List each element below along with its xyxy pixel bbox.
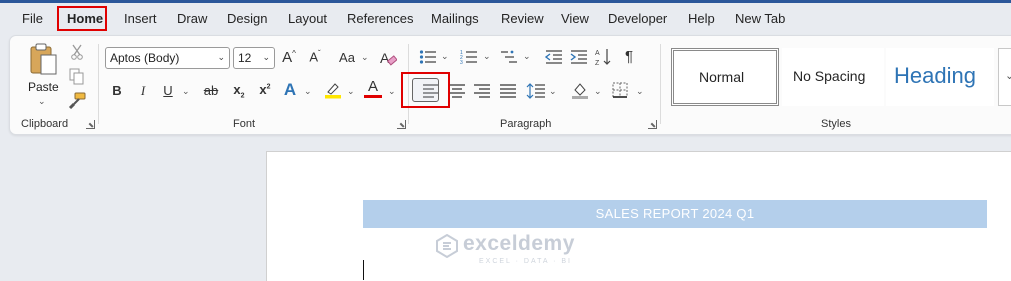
superscript-button[interactable]: x2 xyxy=(256,82,274,97)
shading-icon[interactable] xyxy=(571,81,589,99)
chevron-down-icon[interactable]: ⌄ xyxy=(483,51,491,62)
ribbon-tab-bar: File Home Insert Draw Design Layout Refe… xyxy=(0,3,1011,33)
chevron-down-icon[interactable]: ⌄ xyxy=(523,51,531,62)
underline-button[interactable]: U xyxy=(159,83,177,98)
clear-formatting-icon[interactable]: A xyxy=(379,49,397,67)
chevron-down-icon[interactable]: ⌄ xyxy=(304,86,312,97)
paste-dropdown-icon[interactable]: ⌄ xyxy=(38,96,46,107)
paragraph-group-label: Paragraph xyxy=(500,118,552,130)
paste-icon[interactable] xyxy=(28,42,58,76)
chevron-down-icon[interactable]: ⌄ xyxy=(594,86,602,97)
group-divider xyxy=(98,44,99,124)
style-no-spacing-label: No Spacing xyxy=(793,68,866,84)
format-painter-icon[interactable] xyxy=(68,92,86,109)
styles-group-label: Styles xyxy=(821,118,851,130)
svg-text:A: A xyxy=(380,50,390,66)
multilevel-list-icon[interactable] xyxy=(500,49,518,65)
chevron-down-icon[interactable]: ⌄ xyxy=(182,86,190,97)
tab-design[interactable]: Design xyxy=(227,11,267,26)
subscript-button[interactable]: x2 xyxy=(230,82,248,100)
copy-icon[interactable] xyxy=(69,68,85,85)
chevron-down-icon[interactable]: ⌄ xyxy=(347,86,355,97)
svg-text:A: A xyxy=(595,50,600,57)
decrease-indent-icon[interactable] xyxy=(545,49,563,65)
style-normal[interactable]: Normal xyxy=(671,48,779,106)
document-page[interactable]: SALES REPORT 2024 Q1 exceldemy EXCEL · D… xyxy=(266,151,1011,281)
bold-button[interactable]: B xyxy=(108,83,126,98)
numbering-icon[interactable]: 123 xyxy=(460,49,478,65)
increase-indent-icon[interactable] xyxy=(570,49,588,65)
chevron-down-icon: ⌄ xyxy=(262,52,270,62)
grow-font-button[interactable]: A^ xyxy=(280,49,298,66)
cut-icon[interactable] xyxy=(70,44,84,60)
tab-file[interactable]: File xyxy=(22,11,43,26)
style-heading-label: Heading xyxy=(894,63,976,88)
show-formatting-marks-button[interactable]: ¶ xyxy=(620,48,638,65)
align-left-active-state xyxy=(412,78,439,102)
tab-view[interactable]: View xyxy=(561,11,589,26)
font-dialog-launcher-icon[interactable] xyxy=(397,120,406,129)
paste-button[interactable]: Paste xyxy=(28,80,59,94)
styles-gallery-more-button[interactable]: ⌄ xyxy=(998,48,1011,106)
tab-draw[interactable]: Draw xyxy=(177,11,207,26)
tab-developer[interactable]: Developer xyxy=(608,11,667,26)
strikethrough-button[interactable]: ab xyxy=(200,83,222,98)
font-size-combo[interactable]: 12 ⌄ xyxy=(233,47,275,69)
chevron-down-icon[interactable]: ⌄ xyxy=(361,52,369,63)
tab-references[interactable]: References xyxy=(347,11,413,26)
tab-review[interactable]: Review xyxy=(501,11,544,26)
align-center-icon[interactable] xyxy=(448,83,466,99)
align-right-icon[interactable] xyxy=(473,83,491,99)
chevron-down-icon[interactable]: ⌄ xyxy=(388,86,396,97)
align-left-highlight-box xyxy=(401,72,450,108)
chevron-down-icon: ⌄ xyxy=(217,52,225,62)
italic-button[interactable]: I xyxy=(134,83,152,99)
font-size-value: 12 xyxy=(238,51,252,65)
tab-mailings[interactable]: Mailings xyxy=(431,11,479,26)
borders-icon[interactable] xyxy=(612,82,628,98)
bullets-icon[interactable] xyxy=(419,49,437,65)
shrink-font-button[interactable]: Aˇ xyxy=(306,49,324,64)
logo-icon xyxy=(436,234,458,258)
font-group-label: Font xyxy=(233,118,256,130)
style-normal-label: Normal xyxy=(699,69,745,85)
tab-layout[interactable]: Layout xyxy=(288,11,327,26)
clipboard-dialog-launcher-icon[interactable] xyxy=(86,120,95,129)
home-tab-highlight-box xyxy=(57,6,107,31)
font-name-value: Aptos (Body) xyxy=(110,51,180,65)
style-no-spacing[interactable]: No Spacing xyxy=(782,48,884,106)
chevron-down-icon[interactable]: ⌄ xyxy=(441,51,449,62)
tab-new-tab[interactable]: New Tab xyxy=(735,11,785,26)
svg-text:3: 3 xyxy=(460,60,463,65)
tab-help[interactable]: Help xyxy=(688,11,715,26)
highlighter-icon[interactable] xyxy=(324,81,342,99)
style-heading[interactable]: Heading xyxy=(886,48,994,106)
text-effects-button[interactable]: A xyxy=(281,80,299,100)
chevron-down-icon[interactable]: ⌄ xyxy=(636,86,644,97)
title-cell[interactable]: SALES REPORT 2024 Q1 xyxy=(363,200,987,228)
change-case-button[interactable]: Aa xyxy=(335,50,359,65)
line-spacing-icon[interactable] xyxy=(526,82,546,100)
document-title: SALES REPORT 2024 Q1 xyxy=(595,206,755,221)
group-divider xyxy=(660,44,661,124)
justify-icon[interactable] xyxy=(499,83,517,99)
text-cursor xyxy=(363,260,364,280)
chevron-down-icon: ⌄ xyxy=(1005,70,1011,82)
tab-insert[interactable]: Insert xyxy=(124,11,157,26)
watermark-tagline: EXCEL · DATA · BI xyxy=(479,258,572,265)
ribbon: Paste ⌄ Clipboard Aptos (Body) ⌄ 12 ⌄ A^… xyxy=(9,35,1011,135)
watermark-name: exceldemy xyxy=(463,232,575,255)
clipboard-group-label: Clipboard xyxy=(21,118,69,130)
svg-text:Z: Z xyxy=(595,60,600,67)
sort-icon[interactable]: AZ xyxy=(595,47,613,67)
paragraph-dialog-launcher-icon[interactable] xyxy=(648,120,657,129)
chevron-down-icon[interactable]: ⌄ xyxy=(549,86,557,97)
font-name-combo[interactable]: Aptos (Body) ⌄ xyxy=(105,47,230,69)
font-color-button[interactable]: A xyxy=(364,79,382,98)
